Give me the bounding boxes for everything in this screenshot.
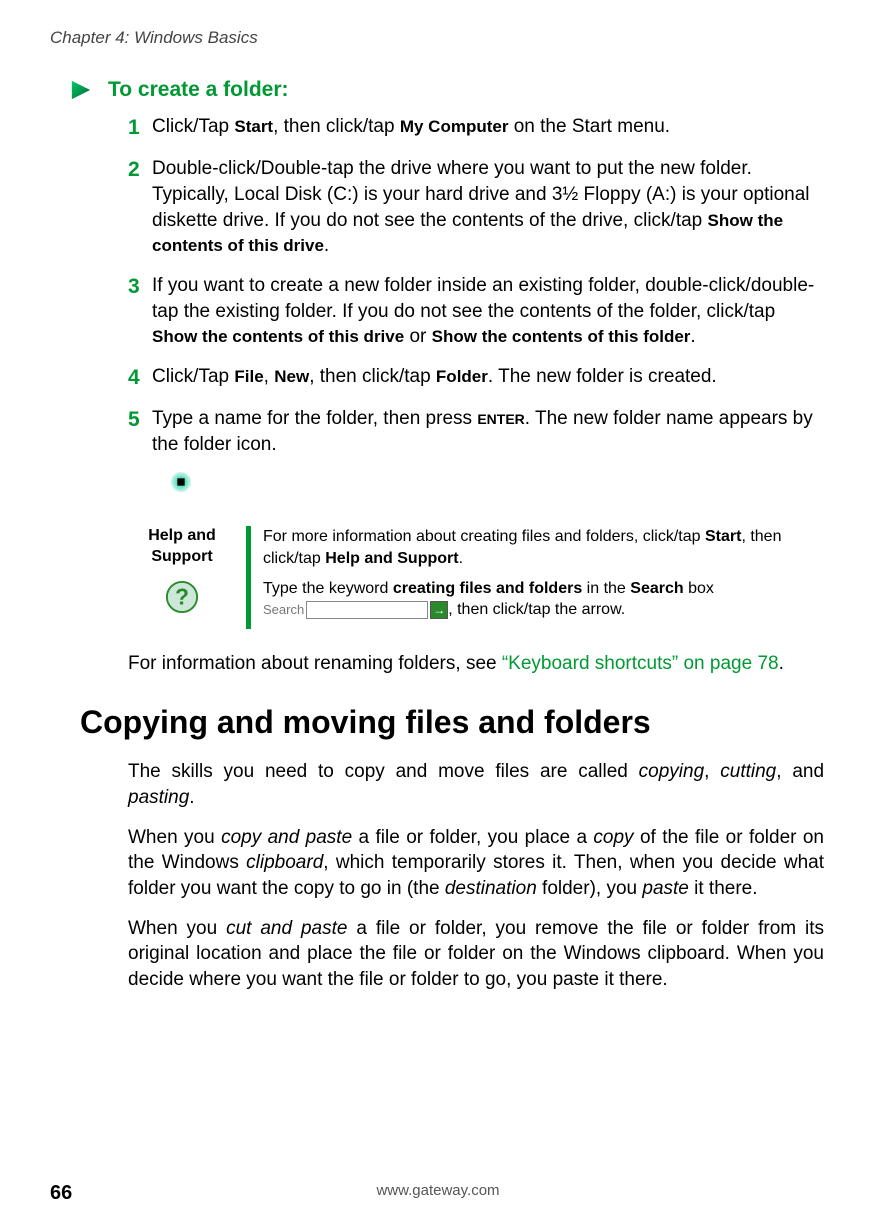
chapter-title: Chapter 4: Windows Basics <box>50 28 826 48</box>
help-label: Help and Support <box>128 526 236 568</box>
step-4: 4 Click/Tap File, New, then click/tap Fo… <box>128 364 820 392</box>
term: cutting <box>720 761 776 782</box>
paragraph: When you cut and paste a file or folder,… <box>128 916 824 993</box>
question-mark-icon: ? <box>128 580 236 619</box>
cross-reference: For information about renaming folders, … <box>128 651 820 677</box>
text: box <box>684 580 714 597</box>
step-body: Type a name for the folder, then press E… <box>152 406 820 457</box>
text: it there. <box>689 878 758 899</box>
text: . <box>324 235 329 256</box>
text: or <box>404 326 431 347</box>
text: For more information about creating file… <box>263 528 705 545</box>
svg-text:?: ? <box>175 584 189 610</box>
text: . <box>189 787 194 808</box>
keyword: creating files and folders <box>393 580 582 597</box>
step-5: 5 Type a name for the folder, then press… <box>128 406 820 457</box>
text: Type the keyword <box>263 580 393 597</box>
ui-label: Show the contents of this drive <box>152 327 404 346</box>
text: , then click/tap <box>309 366 436 387</box>
text: , then click/tap <box>273 116 400 137</box>
text: The skills you need to copy and move fil… <box>128 761 639 782</box>
footer-url: www.gateway.com <box>376 1182 499 1199</box>
green-rule <box>246 526 251 628</box>
play-arrow-icon <box>70 79 92 101</box>
ui-label: Help and Support <box>325 550 458 567</box>
page-number: 66 <box>50 1182 72 1205</box>
end-mark-icon <box>170 471 826 498</box>
text: . <box>779 653 784 674</box>
term: paste <box>642 878 688 899</box>
cross-ref-link[interactable]: “Keyboard shortcuts” on page 78 <box>502 653 779 674</box>
step-1: 1 Click/Tap Start, then click/tap My Com… <box>128 114 820 142</box>
text: on the Start menu. <box>508 116 670 137</box>
ui-label: Start <box>705 528 741 545</box>
term: clipboard <box>246 852 323 873</box>
ui-label: Start <box>234 117 273 136</box>
term: pasting <box>128 787 189 808</box>
term: copy and paste <box>221 827 352 848</box>
ui-label: Folder <box>436 367 488 386</box>
ui-label: File <box>234 367 263 386</box>
procedure-header: To create a folder: <box>70 78 826 102</box>
paragraph: When you copy and paste a file or folder… <box>128 825 824 902</box>
step-number: 1 <box>128 114 152 142</box>
text: Click/Tap <box>152 116 234 137</box>
step-number: 2 <box>128 156 152 259</box>
search-arrow-icon[interactable]: → <box>430 601 448 619</box>
text: Help and <box>148 527 216 544</box>
step-number: 5 <box>128 406 152 457</box>
step-body: Click/Tap Start, then click/tap My Compu… <box>152 114 820 142</box>
step-number: 4 <box>128 364 152 392</box>
procedure-title: To create a folder: <box>108 78 289 102</box>
search-input[interactable] <box>306 601 428 619</box>
step-body: Double-click/Double-tap the drive where … <box>152 156 820 259</box>
key-label: ENTER <box>477 411 524 427</box>
ui-label: Search <box>630 580 683 597</box>
step-number: 3 <box>128 273 152 350</box>
text: Support <box>151 548 212 565</box>
paragraph: The skills you need to copy and move fil… <box>128 759 824 810</box>
step-body: If you want to create a new folder insid… <box>152 273 820 350</box>
step-3: 3 If you want to create a new folder ins… <box>128 273 820 350</box>
page-footer: 66 www.gateway.com <box>0 1182 876 1205</box>
text: . <box>690 326 695 347</box>
help-body: For more information about creating file… <box>263 526 796 628</box>
help-and-support-box: Help and Support ? For more information … <box>128 526 796 628</box>
text: Click/Tap <box>152 366 234 387</box>
text: When you <box>128 827 221 848</box>
ui-label: Show the contents of this folder <box>432 327 691 346</box>
text: When you <box>128 918 226 939</box>
text: , then click/tap the arrow. <box>448 601 625 618</box>
text: If you want to create a new folder insid… <box>152 275 814 322</box>
term: destination <box>445 878 537 899</box>
text: , and <box>776 761 824 782</box>
ui-label: New <box>274 367 309 386</box>
term: cut and paste <box>226 918 347 939</box>
search-label: Search <box>263 601 304 619</box>
term: copying <box>639 761 705 782</box>
text: , <box>704 761 720 782</box>
search-widget: Search → <box>263 601 448 619</box>
section-heading: Copying and moving files and folders <box>80 704 826 741</box>
text: , <box>264 366 275 387</box>
step-body: Click/Tap File, New, then click/tap Fold… <box>152 364 820 392</box>
ui-label: My Computer <box>400 117 509 136</box>
text: . The new folder is created. <box>488 366 717 387</box>
text: Type a name for the folder, then press <box>152 408 477 429</box>
step-2: 2 Double-click/Double-tap the drive wher… <box>128 156 820 259</box>
text: a file or folder, you place a <box>352 827 593 848</box>
text: in the <box>582 580 630 597</box>
text: For information about renaming folders, … <box>128 653 502 674</box>
steps-list: 1 Click/Tap Start, then click/tap My Com… <box>128 114 820 457</box>
text: folder), you <box>537 878 643 899</box>
text: . <box>459 550 463 567</box>
term: copy <box>593 827 633 848</box>
